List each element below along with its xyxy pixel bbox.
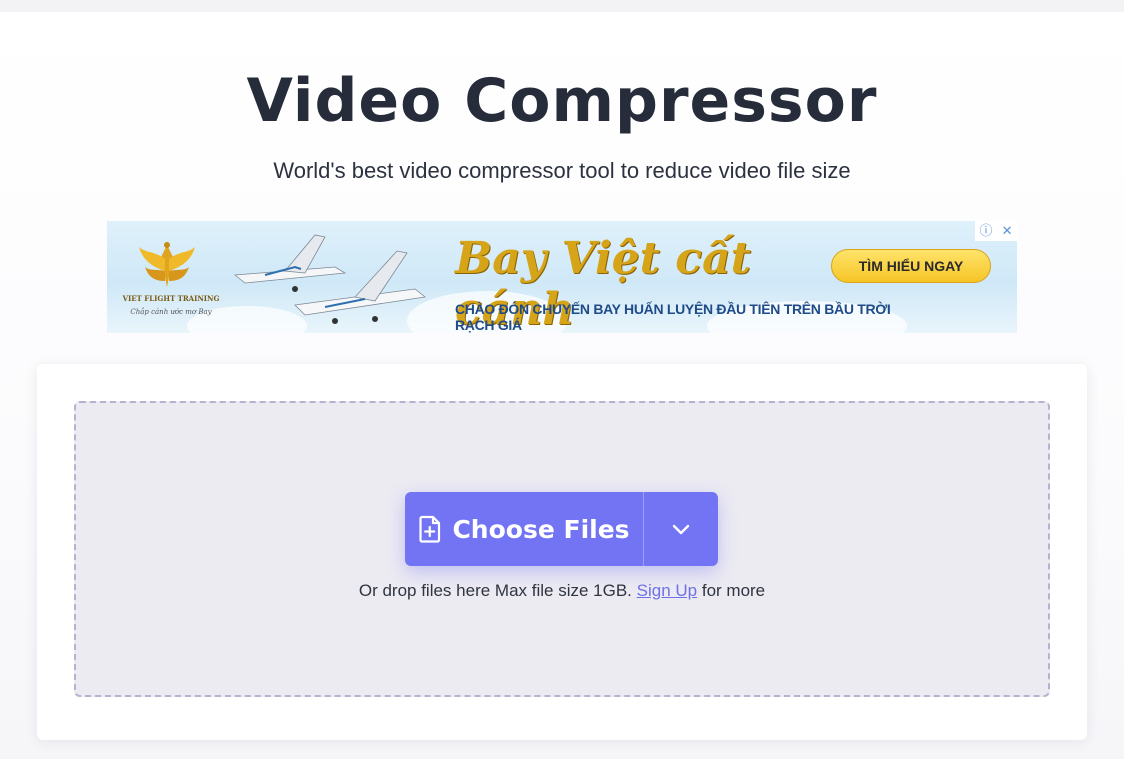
choose-files-button-group: Choose Files — [405, 492, 718, 566]
drop-hint-suffix: for more — [701, 581, 766, 600]
choose-files-label: Choose Files — [452, 514, 630, 544]
file-plus-icon — [419, 515, 441, 543]
top-bar — [0, 0, 1124, 12]
upload-source-dropdown-button[interactable] — [644, 492, 718, 566]
wings-logo-icon — [139, 242, 195, 287]
close-icon[interactable]: ✕ — [1002, 221, 1013, 241]
ad-banner[interactable]: VIET FLIGHT TRAINING Chắp cánh ước mơ Ba… — [107, 221, 1017, 333]
info-icon[interactable]: ⓘ — [980, 221, 993, 241]
page-title: Video Compressor — [246, 66, 878, 136]
page-subtitle: World's best video compressor tool to re… — [273, 158, 851, 183]
ad-cta-button[interactable]: TÌM HIỂU NGAY — [831, 249, 991, 283]
airplanes-icon — [233, 234, 426, 324]
choose-files-button[interactable]: Choose Files — [405, 492, 643, 566]
ad-brand: VIET FLIGHT TRAINING — [122, 294, 220, 303]
drop-hint: Or drop files here Max file size 1GB. Si… — [0, 581, 1124, 601]
sign-up-link[interactable]: Sign Up — [637, 581, 697, 600]
drop-hint-prefix: Or drop files here Max file size 1GB. — [358, 581, 632, 600]
ad-subline: CHÀO ĐÓN CHUYẾN BAY HUẤN LUYỆN ĐẦU TIÊN … — [455, 301, 891, 333]
chevron-down-icon — [672, 524, 690, 535]
ad-brand-tagline: Chắp cánh ước mơ Bay — [130, 308, 212, 316]
ad-controls: ⓘ ✕ — [975, 221, 1017, 241]
